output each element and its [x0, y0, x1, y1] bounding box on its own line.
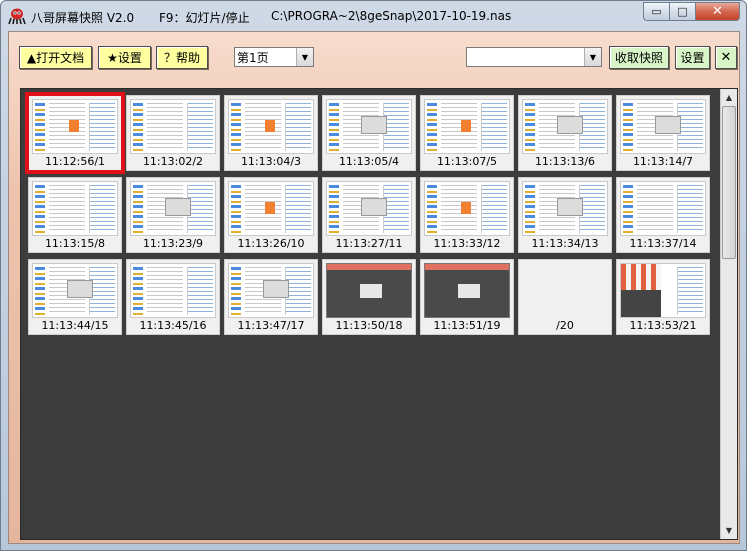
snapshot-thumbnail[interactable]: /20: [518, 259, 612, 335]
octopus-app-icon: [8, 8, 26, 25]
snapshot-time-label: 11:13:37/14: [629, 237, 697, 250]
snapshot-preview-image: [32, 263, 118, 318]
chevron-down-icon[interactable]: ▼: [584, 48, 601, 66]
close-panel-button[interactable]: ✕: [715, 46, 737, 69]
snapshot-time-label: 11:13:14/7: [632, 155, 694, 168]
snapshot-time-label: 11:13:27/11: [335, 237, 403, 250]
maximize-icon: □: [677, 5, 688, 18]
snapshot-time-label: 11:13:15/8: [44, 237, 106, 250]
snapshot-thumbnail[interactable]: 11:13:14/7: [616, 95, 710, 171]
snapshot-preview-image: [130, 263, 216, 318]
snapshot-preview-image: [620, 181, 706, 236]
snapshot-thumbnail[interactable]: 11:13:02/2: [126, 95, 220, 171]
snapshot-preview-image: [326, 263, 412, 318]
snapshot-thumbnail[interactable]: 11:13:23/9: [126, 177, 220, 253]
snapshot-thumbnail[interactable]: 11:13:07/5: [420, 95, 514, 171]
scroll-up-icon[interactable]: ▲: [721, 89, 737, 106]
maximize-button[interactable]: □: [670, 2, 696, 21]
snapshot-time-label: 11:13:50/18: [335, 319, 403, 332]
scrollbar-thumb[interactable]: [722, 106, 736, 259]
minimize-button[interactable]: ▭: [643, 2, 670, 21]
app-window: 八哥屏幕快照 V2.0 F9：幻灯片/停止 C:\PROGRA~2\8geSna…: [0, 0, 747, 551]
snapshot-preview-image: [620, 263, 706, 318]
snapshot-preview-image: [424, 181, 510, 236]
settings-button[interactable]: ★设置: [98, 46, 151, 69]
thumbnail-panel: 11:12:56/1 11:13:02/2 11:13:04/3 11:13:05/4…: [20, 88, 738, 540]
close-icon: ✕: [712, 4, 723, 19]
snapshot-time-label: 11:13:05/4: [338, 155, 400, 168]
snapshot-time-label: 11:13:33/12: [433, 237, 501, 250]
snapshot-time-label: 11:13:23/9: [142, 237, 204, 250]
client-area: ▲打开文档 ★设置 ？帮助 第1页 ▼ ▼ 收取快照 设置 ✕ 11:12:56…: [8, 31, 740, 544]
snapshot-thumbnail[interactable]: 11:13:47/17: [224, 259, 318, 335]
snapshot-thumbnail[interactable]: 11:13:33/12: [420, 177, 514, 253]
settings-button-2[interactable]: 设置: [675, 46, 710, 69]
snapshot-time-label: 11:13:02/2: [142, 155, 204, 168]
app-title: 八哥屏幕快照 V2.0: [31, 11, 135, 25]
snapshot-time-label: 11:12:56/1: [44, 155, 106, 168]
snapshot-time-label: 11:13:07/5: [436, 155, 498, 168]
snapshot-preview-image: [424, 99, 510, 154]
snapshot-thumbnail[interactable]: 11:13:27/11: [322, 177, 416, 253]
snapshot-thumbnail[interactable]: 11:13:15/8: [28, 177, 122, 253]
snapshot-preview-image: [32, 99, 118, 154]
snapshot-time-label: 11:13:13/6: [534, 155, 596, 168]
snapshot-thumbnail[interactable]: 11:13:50/18: [322, 259, 416, 335]
minimize-icon: ▭: [651, 5, 662, 18]
open-document-button[interactable]: ▲打开文档: [19, 46, 92, 69]
snapshot-time-label: 11:13:04/3: [240, 155, 302, 168]
close-window-button[interactable]: ✕: [696, 2, 740, 21]
scroll-down-icon[interactable]: ▼: [721, 522, 737, 539]
snapshot-preview-image: [424, 263, 510, 318]
snapshot-time-label: 11:13:34/13: [531, 237, 599, 250]
snapshot-time-label: 11:13:53/21: [629, 319, 697, 332]
snapshot-preview-image: [326, 99, 412, 154]
vertical-scrollbar[interactable]: ▲ ▼: [720, 89, 737, 539]
window-controls: ▭ □ ✕: [643, 2, 740, 21]
snapshot-thumbnail[interactable]: 11:13:13/6: [518, 95, 612, 171]
snapshot-preview-image: [522, 99, 608, 154]
snapshot-thumbnail[interactable]: 11:13:34/13: [518, 177, 612, 253]
snapshot-time-label: 11:13:51/19: [433, 319, 501, 332]
snapshot-preview-image: [228, 181, 314, 236]
snapshot-preview-image: [228, 263, 314, 318]
snapshot-thumbnail[interactable]: 11:13:53/21: [616, 259, 710, 335]
chevron-down-icon[interactable]: ▼: [296, 48, 313, 66]
title-bar: 八哥屏幕快照 V2.0 F9：幻灯片/停止 C:\PROGRA~2\8geSna…: [1, 1, 746, 31]
hotkey-hint: F9：幻灯片/停止: [159, 11, 250, 25]
snapshot-preview-image: [326, 181, 412, 236]
snapshot-thumbnail[interactable]: 11:13:51/19: [420, 259, 514, 335]
snapshot-thumbnail[interactable]: 11:13:45/16: [126, 259, 220, 335]
snapshot-thumbnail[interactable]: 11:13:37/14: [616, 177, 710, 253]
snapshot-thumbnail[interactable]: 11:13:26/10: [224, 177, 318, 253]
snapshot-preview-image: [130, 99, 216, 154]
collect-snapshot-button[interactable]: 收取快照: [609, 46, 669, 69]
snapshot-time-label: 11:13:26/10: [237, 237, 305, 250]
snapshot-thumbnail[interactable]: 11:12:56/1: [25, 92, 125, 174]
snapshot-thumbnail[interactable]: 11:13:05/4: [322, 95, 416, 171]
snapshot-preview-image: [228, 99, 314, 154]
snapshot-preview-image: [522, 181, 608, 236]
snapshot-thumbnail[interactable]: 11:13:04/3: [224, 95, 318, 171]
snapshot-time-label: /20: [556, 319, 574, 332]
snapshot-time-label: 11:13:47/17: [237, 319, 305, 332]
snapshot-preview-image: [620, 99, 706, 154]
snapshot-preview-image: [32, 181, 118, 236]
page-select-value: 第1页: [237, 50, 269, 65]
snapshot-preview-image: [522, 263, 608, 318]
snapshot-time-label: 11:13:44/15: [41, 319, 109, 332]
snapshot-thumbnail[interactable]: 11:13:44/15: [28, 259, 122, 335]
snapshot-preview-image: [130, 181, 216, 236]
snapshot-time-label: 11:13:45/16: [139, 319, 207, 332]
file-path: C:\PROGRA~2\8geSnap\2017-10-19.nas: [271, 9, 512, 23]
help-button[interactable]: ？帮助: [156, 46, 208, 69]
page-select[interactable]: 第1页 ▼: [234, 47, 314, 67]
snapshot-select[interactable]: ▼: [466, 47, 602, 67]
